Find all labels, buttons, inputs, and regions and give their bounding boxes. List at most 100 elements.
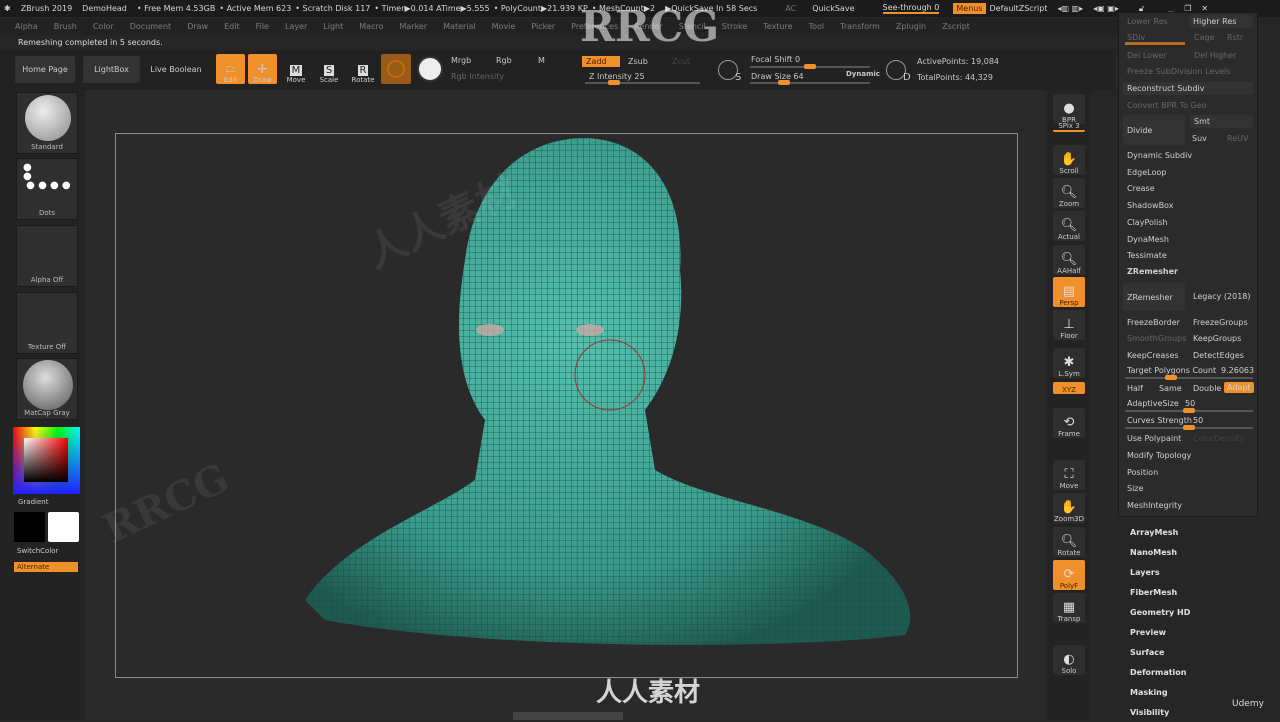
live-boolean-button[interactable]: Live Boolean <box>146 56 206 83</box>
panel-item-dynamic-subdiv[interactable]: Dynamic Subdiv <box>1127 151 1192 160</box>
smooth-groups-slider[interactable]: SmoothGroups <box>1127 334 1186 343</box>
cage-button[interactable]: Cage <box>1194 33 1215 42</box>
curves-strength-slider[interactable] <box>1125 425 1253 430</box>
freeze-groups-button[interactable]: FreezeGroups <box>1193 318 1248 327</box>
shelf-zoom3d-button[interactable]: ✋ Zoom3D <box>1053 493 1085 523</box>
move-button[interactable]: M Move <box>281 54 311 84</box>
shelf-l-sym-button[interactable]: ✱ L.Sym <box>1053 348 1085 378</box>
rotate-button[interactable]: R Rotate <box>348 54 378 84</box>
shelf-xyz-button[interactable]: XYZ <box>1053 382 1085 394</box>
see-through-slider[interactable]: See-through 0 <box>882 3 940 14</box>
higher-res-button[interactable]: Higher Res <box>1189 15 1253 28</box>
reuv-toggle[interactable]: ReUV <box>1227 134 1248 143</box>
scale-button[interactable]: S Scale <box>314 54 344 84</box>
menu-macro[interactable]: Macro <box>359 22 383 31</box>
convert-bpr-button[interactable]: Convert BPR To Geo <box>1127 101 1207 110</box>
rgb-button[interactable]: Rgb <box>496 56 512 65</box>
keep-groups-button[interactable]: KeepGroups <box>1193 334 1241 343</box>
color-density-slider[interactable]: ColorDensity <box>1193 434 1244 443</box>
target-polygons-value[interactable]: 9.26063 <box>1221 366 1254 375</box>
shelf-solo-button[interactable]: ◐ Solo <box>1053 645 1085 675</box>
divide-button[interactable]: Divide <box>1123 115 1185 145</box>
lightbox-button[interactable]: LightBox <box>83 56 140 83</box>
menus-button[interactable]: Menus <box>953 3 986 14</box>
suv-toggle[interactable]: Suv <box>1192 134 1207 143</box>
menu-transform[interactable]: Transform <box>840 22 880 31</box>
shelf-transp-button[interactable]: ▦ Transp <box>1053 593 1085 623</box>
menu-texture[interactable]: Texture <box>763 22 792 31</box>
focal-shift-slider[interactable] <box>750 64 870 69</box>
adapt-toggle[interactable]: Adapt <box>1224 382 1254 393</box>
default-zscript-button[interactable]: DefaultZScript <box>990 4 1048 13</box>
subpalette-preview[interactable]: Preview <box>1130 628 1166 637</box>
draw-button[interactable]: ✛ Draw <box>248 54 277 84</box>
texture-selector[interactable]: Texture Off <box>16 292 78 354</box>
rstr-button[interactable]: Rstr <box>1227 33 1243 42</box>
shelf-floor-button[interactable]: ⊥ Floor <box>1053 310 1085 340</box>
menu-tool[interactable]: Tool <box>809 22 825 31</box>
half-button[interactable]: Half <box>1127 384 1143 393</box>
detect-edges-button[interactable]: DetectEdges <box>1193 351 1244 360</box>
quicksave-button[interactable]: QuickSave <box>812 4 854 13</box>
main-color-swatch[interactable] <box>14 512 45 542</box>
home-page-button[interactable]: Home Page <box>15 56 75 83</box>
smt-toggle[interactable]: Smt <box>1190 115 1253 128</box>
subpalette-layers[interactable]: Layers <box>1130 568 1160 577</box>
panel-item-tessimate[interactable]: Tessimate <box>1127 251 1167 260</box>
subpalette-nanomesh[interactable]: NanoMesh <box>1130 548 1177 557</box>
layout-arrows-icon[interactable]: ◂▥ ▥▸ <box>1057 4 1083 13</box>
subpalette-masking[interactable]: Masking <box>1130 688 1168 697</box>
menu-light[interactable]: Light <box>323 22 343 31</box>
keep-creases-button[interactable]: KeepCreases <box>1127 351 1179 360</box>
dynamic-button[interactable]: Dynamic <box>846 70 880 78</box>
zsub-button[interactable]: Zsub <box>628 57 648 66</box>
mrgb-button[interactable]: Mrgb <box>451 56 471 65</box>
freeze-subdiv-button[interactable]: Freeze SubDivision Levels <box>1127 67 1230 76</box>
subpalette-arraymesh[interactable]: ArrayMesh <box>1130 528 1178 537</box>
panel-item-modify-topology[interactable]: Modify Topology <box>1127 451 1191 460</box>
menu-zplugin[interactable]: Zplugin <box>896 22 926 31</box>
color-picker[interactable] <box>13 427 80 494</box>
shelf-move-button[interactable]: ⛶ Move <box>1053 460 1085 490</box>
menu-draw[interactable]: Draw <box>187 22 208 31</box>
shelf-aahalf-button[interactable]: 🔍︎ AAHalf <box>1053 245 1085 275</box>
material-selector[interactable]: MatCap Gray <box>16 358 78 420</box>
panel-item-dynamesh[interactable]: DynaMesh <box>1127 235 1169 244</box>
subpalette-geometry-hd[interactable]: Geometry HD <box>1130 608 1190 617</box>
material-swatch-button[interactable] <box>381 54 411 84</box>
color-sphere-icon[interactable] <box>417 56 443 82</box>
subpalette-visibility[interactable]: Visibility <box>1130 708 1169 717</box>
panel-item-meshintegrity[interactable]: MeshIntegrity <box>1127 501 1182 510</box>
menu-stroke[interactable]: Stroke <box>722 22 748 31</box>
alternate-button[interactable]: Alternate <box>14 562 78 572</box>
menu-document[interactable]: Document <box>130 22 171 31</box>
menu-brush[interactable]: Brush <box>54 22 77 31</box>
adaptive-size-slider[interactable] <box>1125 408 1253 413</box>
alpha-selector[interactable]: Alpha Off <box>16 225 78 287</box>
m-button[interactable]: M <box>538 56 545 65</box>
shelf-zoom-button[interactable]: 🔍︎ Zoom <box>1053 178 1085 208</box>
zremesher-section-header[interactable]: ZRemesher <box>1127 267 1178 276</box>
same-button[interactable]: Same <box>1159 384 1182 393</box>
bottom-scroll-handle[interactable] <box>513 712 623 720</box>
del-higher-button[interactable]: Del Higher <box>1194 51 1236 60</box>
del-lower-button[interactable]: Del Lower <box>1127 51 1167 60</box>
menu-layer[interactable]: Layer <box>285 22 307 31</box>
menu-material[interactable]: Material <box>443 22 476 31</box>
subpalette-surface[interactable]: Surface <box>1130 648 1164 657</box>
switch-color-button[interactable]: SwitchColor <box>17 547 58 555</box>
menu-file[interactable]: File <box>256 22 269 31</box>
draw-size-slider[interactable] <box>750 80 870 85</box>
panel-item-shadowbox[interactable]: ShadowBox <box>1127 201 1173 210</box>
sdiv-slider-track[interactable] <box>1125 42 1185 45</box>
shelf-scroll-button[interactable]: ✋ Scroll <box>1053 145 1085 175</box>
use-polypaint-button[interactable]: Use Polypaint <box>1127 434 1181 443</box>
zadd-button[interactable]: Zadd <box>582 56 620 67</box>
brush-selector[interactable]: Standard <box>16 92 78 154</box>
panel-item-edgeloop[interactable]: EdgeLoop <box>1127 168 1166 177</box>
z-intensity-slider[interactable] <box>585 80 700 85</box>
edit-button[interactable]: ⏢ Edit <box>216 54 245 84</box>
panel-item-position[interactable]: Position <box>1127 468 1158 477</box>
shelf-spix-3-button[interactable]: SPix 3 <box>1053 120 1085 132</box>
shelf-actual-button[interactable]: 🔍︎ Actual <box>1053 211 1085 241</box>
